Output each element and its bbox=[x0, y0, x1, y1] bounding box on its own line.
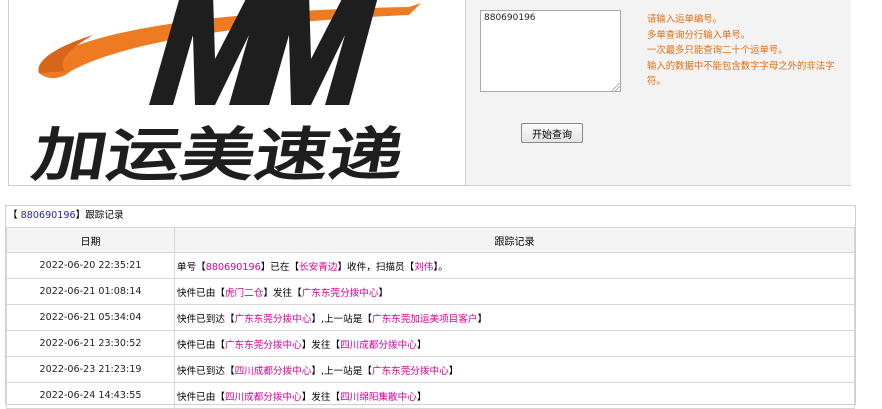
column-header-record: 跟踪记录 bbox=[174, 227, 855, 253]
tip-line: 请输入运单编号。 bbox=[647, 14, 723, 25]
record-text: 单号【 bbox=[177, 261, 206, 273]
record-text: 快件已由【 bbox=[177, 391, 225, 403]
table-row: 2022-06-20 22:35:21 单号【880690196】已在【长安青边】… bbox=[6, 252, 855, 279]
record-highlight: 广东东莞分拨中心 bbox=[301, 287, 379, 299]
title-open: 【 bbox=[8, 210, 21, 221]
record-text: 】收件，扫描员【 bbox=[337, 261, 415, 273]
record-text: 】 bbox=[416, 339, 427, 351]
table-row: 2022-06-21 01:08:14 快件已由【虎门二仓】发往【广东东莞分拨中心… bbox=[6, 278, 855, 305]
row-date: 2022-06-24 14:43:55 bbox=[6, 382, 175, 409]
table-header-row: 日期 跟踪记录 bbox=[6, 227, 855, 253]
record-text: 】 bbox=[448, 365, 459, 377]
record-text: 快件已由【 bbox=[177, 339, 225, 351]
column-header-date: 日期 bbox=[6, 227, 175, 253]
record-text: 】 bbox=[378, 287, 389, 299]
record-highlight: 刘伟 bbox=[414, 261, 434, 273]
table-row: 2022-06-21 05:34:04 快件已到达【广东东莞分拨中心】,上一站是【… bbox=[6, 304, 855, 331]
record-text: 】已在【 bbox=[260, 261, 300, 273]
record-text: 】,上一站是【 bbox=[311, 313, 372, 325]
start-query-button[interactable]: 开始查询 bbox=[521, 123, 583, 143]
textarea-resize-handle[interactable] bbox=[612, 83, 620, 91]
input-tips: 请输入运单编号。 多单查询分行输入单号。 一次最多只能查询二十个运单号。 输入的… bbox=[647, 12, 847, 90]
company-logo: 加运美速递 bbox=[28, 0, 421, 185]
record-text: 】 bbox=[416, 391, 427, 403]
row-date: 2022-06-23 21:23:19 bbox=[6, 356, 175, 383]
tracking-table: 日期 跟踪记录 2022-06-20 22:35:21 单号【880690196】… bbox=[6, 227, 855, 409]
row-record: 快件已到达【四川成都分拨中心】,上一站是【广东东莞分拨中心】 bbox=[174, 356, 855, 383]
tracking-panel: 【 880690196】跟踪记录 日期 跟踪记录 2022-06-20 22:3… bbox=[5, 205, 856, 409]
logo-company-name: 加运美速递 bbox=[28, 121, 410, 185]
record-highlight: 880690196 bbox=[205, 261, 261, 273]
table-row: 2022-06-24 14:43:55 快件已由【四川成都分拨中心】发往【四川绵阳… bbox=[6, 382, 855, 409]
record-highlight: 广东东莞分拨中心 bbox=[371, 365, 449, 377]
row-record: 快件已由【虎门二仓】发往【广东东莞分拨中心】 bbox=[174, 278, 855, 305]
record-highlight: 四川成都分拨中心 bbox=[224, 391, 302, 403]
record-highlight: 广东东莞分拨中心 bbox=[234, 313, 312, 325]
logo-area: 加运美速递 bbox=[9, 0, 465, 185]
record-text: 】,上一站是【 bbox=[311, 365, 372, 377]
row-date: 2022-06-21 01:08:14 bbox=[6, 278, 175, 305]
title-close: 】跟踪记录 bbox=[75, 210, 124, 221]
record-text: 】发往【 bbox=[301, 339, 341, 351]
row-date: 2022-06-21 23:30:52 bbox=[6, 330, 175, 357]
record-text: 】 bbox=[477, 313, 488, 325]
record-text: 快件已由【 bbox=[177, 287, 225, 299]
row-record: 快件已由【四川成都分拨中心】发往【四川绵阳集散中心】 bbox=[174, 382, 855, 409]
tip-line: 一次最多只能查询二十个运单号。 bbox=[647, 45, 788, 57]
row-record: 快件已到达【广东东莞分拨中心】,上一站是【广东东莞加运美项目客户】 bbox=[174, 304, 855, 331]
tip-line: 多单查询分行输入单号。 bbox=[647, 29, 751, 41]
tracking-number[interactable]: 880690196 bbox=[21, 210, 76, 221]
row-date: 2022-06-20 22:35:21 bbox=[6, 252, 175, 279]
record-highlight: 广东东莞加运美项目客户 bbox=[371, 313, 478, 325]
row-record: 单号【880690196】已在【长安青边】收件，扫描员【刘伟】。 bbox=[174, 252, 855, 279]
record-highlight: 虎门二仓 bbox=[224, 287, 264, 299]
record-highlight: 长安青边 bbox=[299, 261, 338, 273]
tip-line: 输入的数据中不能包含数字字母之外的非法字符。 bbox=[647, 60, 835, 88]
record-text: 】发往【 bbox=[263, 287, 302, 299]
record-text: 】发往【 bbox=[301, 391, 341, 403]
record-text: 快件已到达【 bbox=[177, 365, 235, 377]
record-highlight: 四川成都分拨中心 bbox=[340, 339, 417, 351]
record-highlight: 广东东莞分拨中心 bbox=[224, 339, 302, 351]
row-date: 2022-06-21 05:34:04 bbox=[6, 304, 175, 331]
table-row: 2022-06-21 23:30:52 快件已由【广东东莞分拨中心】发往【四川成都… bbox=[6, 330, 855, 357]
record-text: 】。 bbox=[433, 261, 448, 273]
row-record: 快件已由【广东东莞分拨中心】发往【四川成都分拨中心】 bbox=[174, 330, 855, 357]
record-highlight: 四川绵阳集散中心 bbox=[340, 391, 417, 403]
table-row: 2022-06-23 21:23:19 快件已到达【四川成都分拨中心】,上一站是【… bbox=[6, 356, 855, 383]
tracking-title: 【 880690196】跟踪记录 bbox=[6, 206, 124, 226]
tracking-number-input[interactable]: 880690196 bbox=[480, 10, 621, 92]
logo-letters bbox=[149, 0, 378, 105]
record-highlight: 四川成都分拨中心 bbox=[234, 365, 312, 377]
tracking-rows: 2022-06-20 22:35:21 单号【880690196】已在【长安青边】… bbox=[6, 252, 855, 409]
record-text: 快件已到达【 bbox=[177, 313, 235, 325]
